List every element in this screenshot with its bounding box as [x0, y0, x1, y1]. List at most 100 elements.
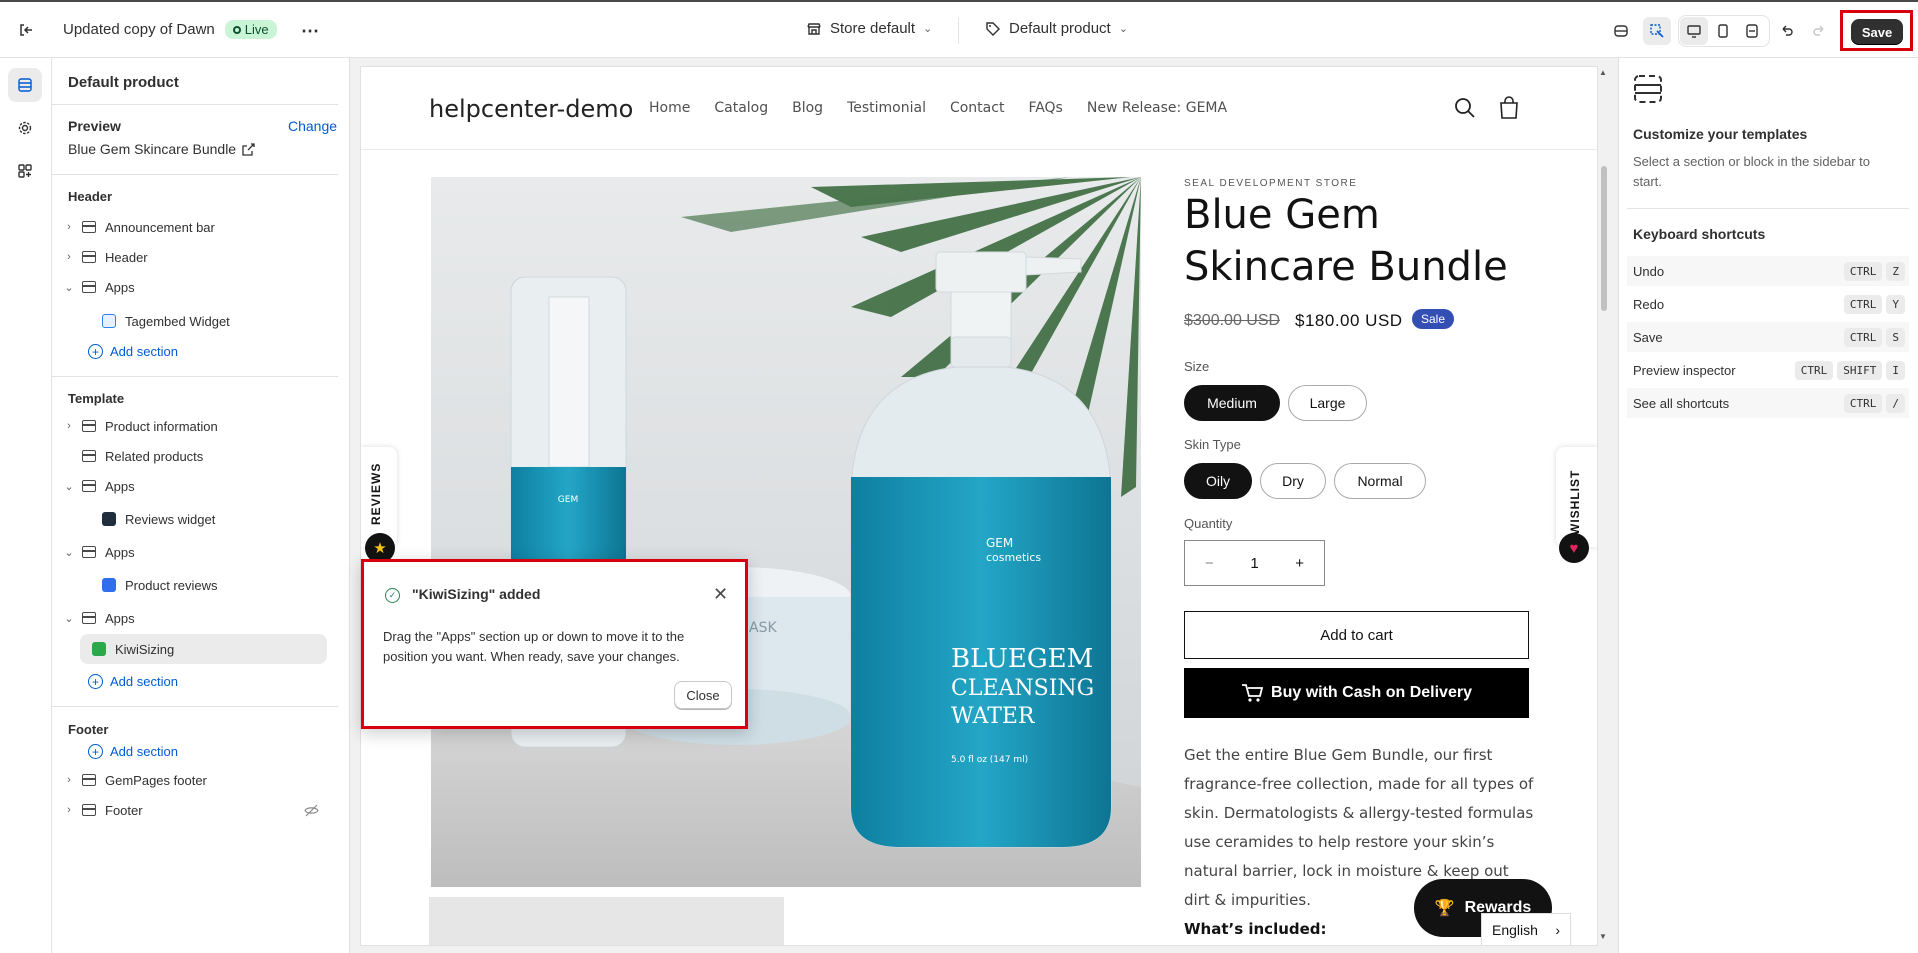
block-kiwisizing[interactable]: KiwiSizing: [80, 634, 327, 664]
quantity-increase-button[interactable]: +: [1295, 555, 1304, 572]
plus-circle-icon: +: [88, 744, 103, 759]
product-image[interactable]: ASK GEM GEM cosmetics BLUEGEM CLEANSING …: [431, 177, 1141, 887]
section-apps-3[interactable]: ⌄ Apps: [62, 603, 327, 633]
shortcut-undo: Undo CTRL Z: [1627, 256, 1909, 286]
section-related-products[interactable]: Related products: [62, 441, 327, 471]
nav-testimonial[interactable]: Testimonial: [847, 100, 926, 116]
inspector-icon[interactable]: [1643, 17, 1671, 45]
preview-product-link[interactable]: Blue Gem Skincare Bundle: [68, 141, 255, 157]
product-vendor: SEAL DEVELOPMENT STORE: [1184, 178, 1358, 189]
add-section-footer[interactable]: + Add section: [88, 744, 178, 759]
heart-icon[interactable]: ♥: [1559, 533, 1589, 563]
shortcut-see-all: See all shortcuts CTRL /: [1627, 388, 1909, 418]
section-label: Apps: [105, 279, 135, 295]
nav-catalog[interactable]: Catalog: [714, 100, 768, 116]
nav-home[interactable]: Home: [649, 100, 690, 116]
search-icon[interactable]: [1454, 97, 1476, 119]
product-reviews-app-icon: [102, 578, 116, 592]
preview-product-name: Blue Gem Skincare Bundle: [68, 141, 237, 157]
buy-cod-button[interactable]: Buy with Cash on Delivery: [1184, 668, 1529, 718]
quantity-input[interactable]: 1: [1250, 555, 1258, 572]
top-bar: Updated copy of Dawn Live ⋯ Store defaul…: [0, 0, 1918, 58]
skin-option-normal[interactable]: Normal: [1334, 463, 1426, 499]
fullscreen-icon[interactable]: [1738, 17, 1766, 45]
sale-price: $180.00 USD: [1295, 311, 1403, 330]
section-icon: [82, 480, 96, 492]
scroll-down-icon[interactable]: ▼: [1599, 932, 1607, 941]
apps-icon[interactable]: [1607, 17, 1635, 45]
block-label: KiwiSizing: [115, 641, 175, 657]
reviews-side-tab[interactable]: REVIEWS: [361, 447, 397, 547]
product-thumbnail[interactable]: [429, 897, 784, 945]
nav-new-release[interactable]: New Release: GEMA: [1087, 100, 1227, 116]
store-selector[interactable]: Store default ⌄: [806, 20, 932, 37]
section-icon: [82, 546, 96, 558]
key: /: [1886, 393, 1905, 413]
hidden-eye-icon[interactable]: [304, 803, 319, 818]
section-label: Related products: [105, 448, 204, 464]
preview-scrollbar[interactable]: ▲ ▼: [1597, 66, 1611, 946]
theme-settings-icon[interactable]: [8, 111, 42, 145]
section-announcement-bar[interactable]: › Announcement bar: [62, 212, 327, 242]
block-product-reviews[interactable]: Product reviews: [62, 570, 327, 600]
language-label: English: [1492, 922, 1538, 938]
exit-icon[interactable]: [12, 16, 40, 44]
section-apps-header[interactable]: ⌄ Apps: [62, 272, 327, 302]
quantity-decrease-button[interactable]: −: [1205, 555, 1214, 572]
more-actions-icon[interactable]: ⋯: [296, 17, 324, 45]
change-preview-link[interactable]: Change: [288, 118, 337, 134]
add-section-header[interactable]: + Add section: [88, 344, 178, 359]
settings-panel: Customize your templates Select a sectio…: [1618, 58, 1918, 953]
skin-option-oily[interactable]: Oily: [1184, 463, 1252, 499]
redo-icon[interactable]: [1805, 17, 1833, 45]
divider: [958, 18, 959, 44]
shortcut-label: Save: [1633, 329, 1663, 345]
plus-circle-icon: +: [88, 674, 103, 689]
cart-icon[interactable]: [1498, 96, 1520, 120]
scrollbar-thumb[interactable]: [1601, 166, 1607, 311]
block-tagembed-widget[interactable]: Tagembed Widget: [62, 306, 327, 336]
language-selector[interactable]: English ›: [1481, 913, 1571, 945]
nav-faqs[interactable]: FAQs: [1028, 100, 1062, 116]
footer-group-label: Footer: [68, 722, 109, 737]
section-product-information[interactable]: › Product information: [62, 411, 327, 441]
key: Z: [1886, 261, 1905, 281]
skin-option-dry[interactable]: Dry: [1260, 463, 1326, 499]
section-icon: [82, 281, 96, 293]
app-embeds-icon[interactable]: [8, 154, 42, 188]
add-section-template[interactable]: + Add section: [88, 674, 178, 689]
size-option-medium[interactable]: Medium: [1184, 385, 1280, 421]
sections-icon[interactable]: [8, 68, 42, 102]
block-label: Reviews widget: [125, 511, 216, 527]
bottle-size-label: 5.0 fl oz (147 ml): [951, 755, 1028, 765]
close-button[interactable]: Close: [674, 681, 732, 709]
buy-cod-label: Buy with Cash on Delivery: [1271, 684, 1472, 701]
add-to-cart-button[interactable]: Add to cart: [1184, 611, 1529, 659]
wishlist-side-tab[interactable]: WISHLIST: [1556, 447, 1597, 547]
store-logo[interactable]: helpcenter-demo: [429, 95, 633, 123]
template-selector[interactable]: Default product ⌄: [985, 20, 1128, 37]
section-apps-1[interactable]: ⌄ Apps: [62, 471, 327, 501]
desktop-view-icon[interactable]: [1680, 17, 1708, 45]
section-icon: [82, 251, 96, 263]
section-label: Apps: [105, 544, 135, 560]
nav-contact[interactable]: Contact: [950, 100, 1004, 116]
section-label: Apps: [105, 610, 135, 626]
size-option-large[interactable]: Large: [1288, 385, 1367, 421]
section-footer[interactable]: › Footer: [62, 795, 327, 825]
divider: [52, 174, 338, 175]
divider: [1627, 208, 1909, 209]
undo-icon[interactable]: [1773, 17, 1801, 45]
add-section-label: Add section: [110, 674, 178, 689]
scroll-up-icon[interactable]: ▲: [1599, 68, 1607, 77]
key: SHIFT: [1837, 360, 1883, 380]
nav-blog[interactable]: Blog: [792, 100, 823, 116]
block-reviews-widget[interactable]: Reviews widget: [62, 504, 327, 534]
section-apps-2[interactable]: ⌄ Apps: [62, 537, 327, 567]
close-icon[interactable]: ✕: [713, 584, 728, 605]
template-icon: [1634, 75, 1662, 103]
mobile-view-icon[interactable]: [1709, 17, 1737, 45]
section-gempages-footer[interactable]: › GemPages footer: [62, 765, 327, 795]
section-header[interactable]: › Header: [62, 242, 327, 272]
chevron-right-icon: ›: [67, 221, 71, 233]
